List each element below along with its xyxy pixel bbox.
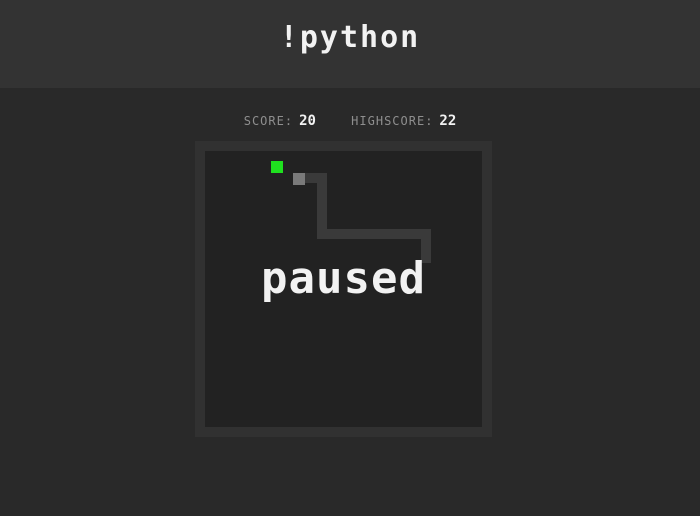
highscore-label: HIGHSCORE:: [351, 114, 434, 128]
app-title: !python: [279, 20, 421, 55]
highscore-value: 22: [439, 113, 457, 129]
score-value: 20: [299, 113, 316, 129]
paused-overlay-text: paused: [261, 253, 426, 304]
snake-head: [293, 173, 305, 185]
snake-body-segment: [317, 229, 431, 239]
score-label: SCORE:: [243, 114, 294, 128]
game-board-frame: paused: [195, 141, 492, 437]
highscore-group: HIGHSCORE: 22: [351, 111, 456, 131]
score-bar: SCORE: 20 HIGHSCORE: 22: [0, 111, 700, 131]
apple-food: [271, 161, 283, 173]
score-group: SCORE: 20: [244, 111, 316, 131]
game-board[interactable]: paused: [205, 151, 482, 427]
